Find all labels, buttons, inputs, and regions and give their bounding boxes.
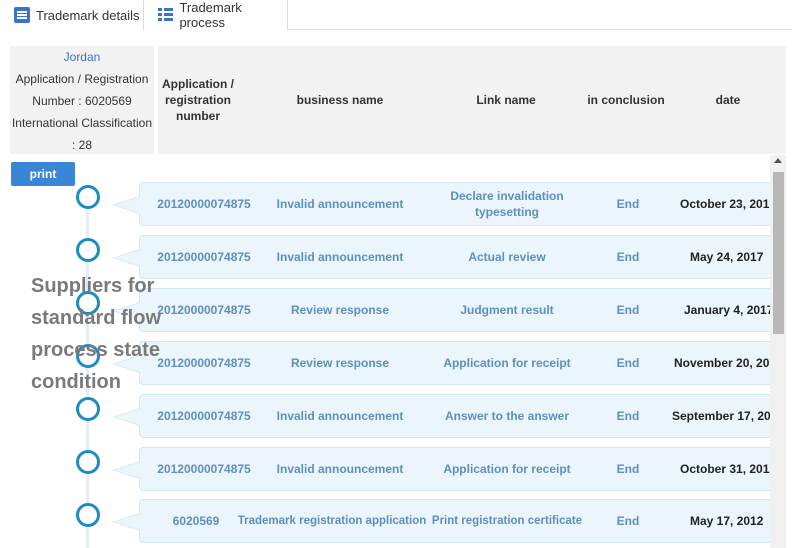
cell-conclusion: End: [616, 250, 640, 264]
cell-app-number: 20120000074875: [157, 409, 251, 423]
timeline-node: [76, 503, 100, 527]
cell-link-name: Print registration certificate: [431, 515, 583, 527]
table-row: 20120000074875 Review response Applicati…: [112, 341, 779, 385]
timeline-node: [76, 185, 100, 209]
table-row: 20120000074875 Invalid announcement Answ…: [112, 394, 779, 438]
country-label: Jordan: [63, 50, 101, 64]
info-line: International Classification: [11, 116, 153, 130]
trademark-info-panel: Jordan Application / Registration Number…: [10, 46, 154, 154]
cell-link-name: Declare invalidation typesetting: [450, 189, 564, 219]
cell-conclusion: End: [616, 303, 640, 317]
tab-label: Trademark details: [36, 7, 140, 23]
cell-business-name: Invalid announcement: [276, 409, 404, 423]
cell-date: November 20, 2016: [674, 356, 778, 370]
cell-link-name: Answer to the answer: [444, 409, 570, 423]
cell-date: October 23, 2017: [680, 197, 777, 211]
cell-business-name: Invalid announcement: [276, 197, 404, 211]
table-row: 20120000074875 Invalid announcement Actu…: [112, 235, 779, 279]
cell-app-number: 20120000074875: [157, 197, 251, 211]
cell-link-name: Judgment result: [460, 303, 554, 317]
tab-label: Trademark process: [179, 0, 242, 30]
timeline-node: [76, 397, 100, 421]
cell-business-name: Review response: [290, 356, 390, 370]
info-line: Number : 6020569: [32, 94, 132, 108]
info-line: : 28: [71, 138, 92, 152]
cell-business-name: Trademark registration application: [237, 515, 427, 527]
header-conclusion: in conclusion: [587, 93, 665, 107]
cell-link-name: Application for receipt: [443, 356, 571, 370]
header-business-name: business name: [296, 93, 384, 107]
table-row: 20120000074875 Invalid announcement Decl…: [112, 182, 779, 226]
table-row: 6020569 Trademark registration applicati…: [112, 499, 779, 543]
tab-bar: Trademark details Trademark process: [0, 0, 792, 30]
timeline-node: [76, 450, 100, 474]
table-row: 20120000074875 Review response Judgment …: [112, 288, 779, 332]
cell-date: May 17, 2012: [690, 514, 764, 528]
grid-list-icon: [158, 7, 174, 23]
info-line: Application / Registration: [15, 72, 149, 86]
header-date: date: [715, 93, 741, 107]
tab-trademark-details[interactable]: Trademark details: [0, 0, 144, 30]
scrollbar-thumb[interactable]: [773, 172, 784, 334]
cell-app-number: 20120000074875: [157, 462, 251, 476]
cell-business-name: Invalid announcement: [276, 250, 404, 264]
table-header: Application / registration number busine…: [158, 46, 786, 154]
scroll-up-arrow-icon[interactable]: [774, 158, 782, 163]
cell-conclusion: End: [616, 409, 640, 423]
cell-date: May 24, 2017: [690, 250, 764, 264]
print-button[interactable]: print: [11, 162, 75, 186]
cell-date: September 17, 2015: [672, 409, 778, 423]
cell-conclusion: End: [616, 197, 640, 211]
header-app-number: Application / registration number: [162, 77, 234, 123]
cell-link-name: Application for receipt: [443, 462, 571, 476]
table-row: 20120000074875 Invalid announcement Appl…: [112, 447, 779, 491]
cell-business-name: Review response: [290, 303, 390, 317]
cell-business-name: Invalid announcement: [276, 462, 404, 476]
tab-trademark-process[interactable]: Trademark process: [144, 0, 288, 30]
cell-conclusion: End: [616, 356, 640, 370]
document-list-icon: [14, 7, 30, 23]
cell-link-name: Actual review: [468, 250, 546, 264]
cell-app-number: 6020569: [172, 514, 220, 528]
timeline-node: [76, 238, 100, 262]
cell-conclusion: End: [616, 514, 640, 528]
watermark-text: Suppliers for standard flow process stat…: [31, 275, 162, 393]
header-link-name: Link name: [476, 93, 536, 107]
cell-conclusion: End: [616, 462, 640, 476]
cell-date: January 4, 2017: [684, 303, 774, 317]
cell-date: October 31, 2012: [680, 462, 777, 476]
